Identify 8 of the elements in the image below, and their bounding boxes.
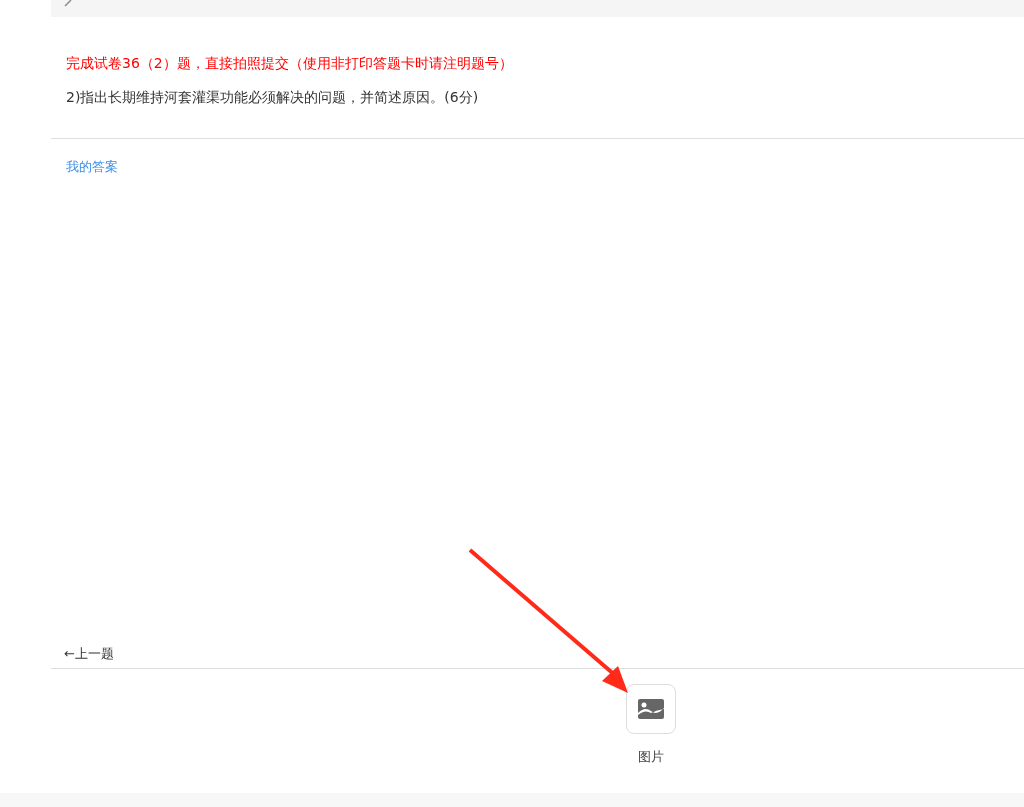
question-text: 2)指出长期维持河套灌渠功能必须解决的问题，并简述原因。(6分) (66, 88, 480, 107)
image-icon (638, 699, 664, 719)
image-upload-label: 图片 (638, 748, 664, 766)
image-upload-button[interactable] (626, 684, 676, 734)
instruction-text: 完成试卷36（2）题，直接拍照提交（使用非打印答题卡时请注明题号） (66, 54, 514, 73)
previous-question-link[interactable]: ←上一题 (64, 646, 114, 661)
back-chevron-icon[interactable] (63, 0, 73, 8)
answer-label: 我的答案 (66, 159, 118, 174)
